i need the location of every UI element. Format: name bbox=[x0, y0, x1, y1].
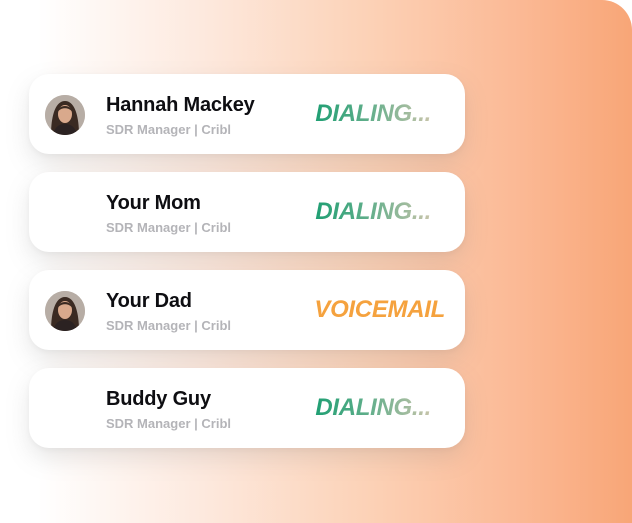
status-badge: DIALING... bbox=[315, 394, 431, 421]
contact-card-hannah-mackey[interactable]: Hannah Mackey SDR Manager | Cribl DIALIN… bbox=[29, 74, 465, 154]
status-badge: DIALING... bbox=[315, 100, 431, 127]
avatar bbox=[45, 95, 85, 135]
contact-name: Your Dad bbox=[106, 290, 192, 312]
contact-card-your-mom[interactable]: Your Mom SDR Manager | Cribl DIALING... bbox=[29, 172, 465, 252]
contact-name: Buddy Guy bbox=[106, 388, 211, 410]
contact-subtitle: SDR Manager | Cribl bbox=[106, 318, 231, 333]
status-badge: DIALING... bbox=[315, 198, 431, 225]
avatar bbox=[45, 291, 85, 331]
contact-subtitle: SDR Manager | Cribl bbox=[106, 220, 231, 235]
contact-name: Hannah Mackey bbox=[106, 94, 255, 116]
contact-subtitle: SDR Manager | Cribl bbox=[106, 122, 231, 137]
contact-subtitle: SDR Manager | Cribl bbox=[106, 416, 231, 431]
status-badge: VOICEMAIL bbox=[314, 296, 445, 323]
call-list: Hannah Mackey SDR Manager | Cribl DIALIN… bbox=[29, 74, 465, 466]
contact-card-buddy-guy[interactable]: Buddy Guy SDR Manager | Cribl DIALING... bbox=[29, 368, 465, 448]
contact-card-your-dad[interactable]: Your Dad SDR Manager | Cribl VOICEMAIL bbox=[29, 270, 465, 350]
contact-name: Your Mom bbox=[106, 192, 201, 214]
